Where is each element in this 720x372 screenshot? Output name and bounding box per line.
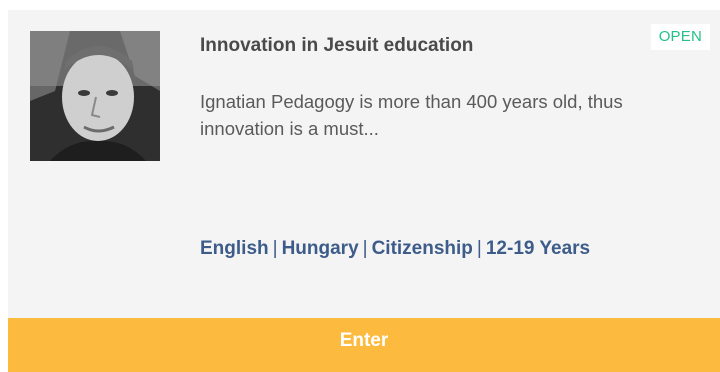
tag-language[interactable]: English [200,238,269,259]
portrait-image [30,31,160,161]
tag-separator: | [272,238,278,259]
tag-country[interactable]: Hungary [282,238,359,259]
tag-age-range[interactable]: 12-19 Years [486,238,590,259]
instructor-photo [30,31,160,161]
tag-separator: | [362,238,368,259]
tag-subject[interactable]: Citizenship [372,238,473,259]
tag-separator: | [476,238,482,259]
status-badge: OPEN [650,24,710,50]
course-card: OPEN Innovation in Jesuit education Igna… [8,10,720,372]
course-tags: English | Hungary | Citizenship | 12-19 Years [200,238,590,260]
enter-button[interactable]: Enter [8,318,720,372]
course-description: Ignatian Pedagogy is more than 400 years… [200,91,623,139]
course-title: Innovation in Jesuit education [200,35,474,56]
